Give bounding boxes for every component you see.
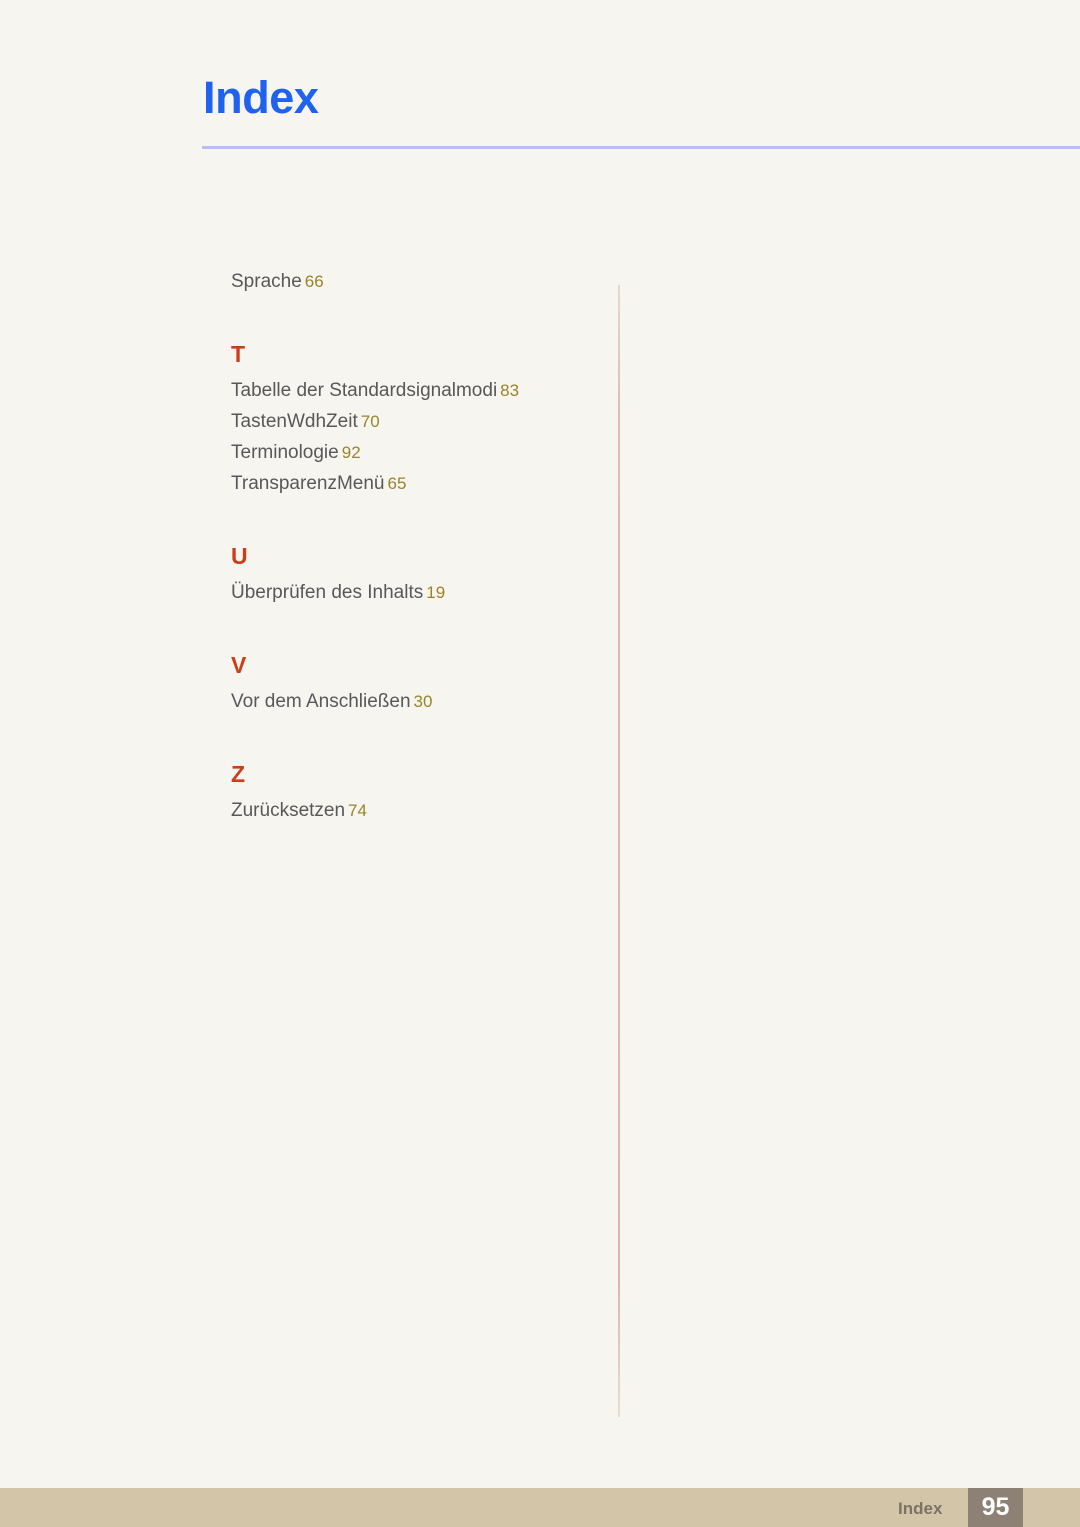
index-entry-page: 83 [500,381,520,400]
footer-page-number-box: 95 [968,1488,1023,1527]
footer-section-label: Index [898,1499,943,1518]
index-entry-term: TransparenzMenü [231,473,385,494]
index-entry[interactable]: TastenWdhZeit 70 [231,412,601,431]
section-letter-z: Z [231,761,246,787]
index-entry[interactable]: TransparenzMenü 65 [231,474,601,493]
index-entry[interactable]: Sprache 66 [231,272,601,291]
index-entry-page: 65 [387,474,407,493]
index-entry-term: Überprüfen des Inhalts [231,582,424,603]
index-entry-term: TastenWdhZeit [231,411,358,432]
index-entry-term: Sprache [231,271,302,292]
index-column-left: Sprache 66 T Tabelle der Standardsignalmo… [231,272,601,832]
index-entry-term: Tabelle der Standardsignalmodi [231,380,498,401]
index-entry-page: 74 [348,801,367,820]
footer-page-number: 95 [981,1493,1010,1521]
index-entry[interactable]: Überprüfen des Inhalts 19 [231,583,601,602]
column-divider [618,285,620,1417]
section-letter-t: T [231,341,246,367]
index-entry[interactable]: Terminologie 92 [231,443,601,462]
index-entry-page: 66 [304,272,324,291]
index-entry-term: Terminologie [231,442,339,463]
index-content: Sprache 66 T Tabelle der Standardsignalmo… [0,0,1080,1460]
index-entry[interactable]: Zurücksetzen 74 [231,801,601,820]
index-entry-page: 30 [413,692,433,711]
index-entry-term: Zurücksetzen [231,800,346,821]
index-entry-page: 70 [360,412,380,431]
index-entry[interactable]: Tabelle der Standardsignalmodi 83 [231,381,601,400]
index-entry[interactable]: Vor dem Anschließen 30 [231,692,601,711]
index-entry-page: 92 [341,443,361,462]
section-letter-v: V [231,652,247,678]
index-entry-page: 19 [426,583,446,602]
section-letter-u: U [231,543,248,569]
index-entry-term: Vor dem Anschließen [231,691,411,712]
